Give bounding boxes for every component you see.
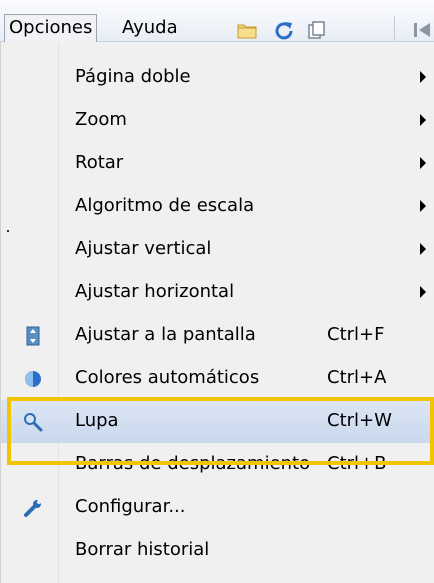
- submenu-arrow-icon: [420, 200, 426, 212]
- submenu-arrow-icon: [420, 71, 426, 83]
- menu-item-label: Configurar...: [75, 496, 186, 517]
- refresh-icon[interactable]: [274, 20, 294, 40]
- submenu-arrow-icon: [420, 157, 426, 169]
- toolbar-separator: [394, 16, 395, 42]
- menu-item-lupa[interactable]: Lupa Ctrl+W: [1, 400, 434, 443]
- menu-item-barras-de-desplazamiento[interactable]: Barras de desplazamiento Ctrl+B: [1, 443, 434, 486]
- shortcut-label: Ctrl+B: [327, 453, 387, 474]
- wrench-icon: [24, 500, 41, 517]
- menu-item-algoritmo-de-escala[interactable]: Algoritmo de escala: [1, 185, 434, 228]
- menu-item-label: Ajustar vertical: [75, 238, 212, 259]
- menu-item-label: Lupa: [75, 410, 119, 431]
- auto-colors-icon: [25, 371, 41, 387]
- menu-item-label: Barras de desplazamiento: [75, 453, 311, 474]
- menu-opciones[interactable]: Opciones: [4, 14, 98, 44]
- menu-item-ajustar-horizontal[interactable]: Ajustar horizontal: [1, 271, 434, 314]
- copy-icon[interactable]: [306, 20, 326, 40]
- menu-item-label: Algoritmo de escala: [75, 195, 255, 216]
- menu-item-ajustar-a-la-pantalla[interactable]: Ajustar a la pantalla Ctrl+F: [1, 314, 434, 357]
- shortcut-label: Ctrl+A: [327, 367, 387, 388]
- menu-item-label: Colores automáticos: [75, 367, 260, 388]
- stray-pixel: [7, 230, 9, 232]
- menu-item-borrar-historial[interactable]: Borrar historial: [1, 529, 434, 572]
- submenu-arrow-icon: [420, 286, 426, 298]
- submenu-arrow-icon: [420, 114, 426, 126]
- menu-item-label: Ajustar a la pantalla: [75, 324, 256, 345]
- menu-item-label: Rotar: [75, 152, 124, 173]
- menu-ayuda[interactable]: Ayuda: [118, 15, 182, 43]
- opciones-dropdown: Página doble Zoom Rotar Algoritmo de esc…: [0, 42, 434, 583]
- menu-item-ajustar-vertical[interactable]: Ajustar vertical: [1, 228, 434, 271]
- menu-item-configurar[interactable]: Configurar...: [1, 486, 434, 529]
- submenu-arrow-icon: [420, 243, 426, 255]
- shortcut-label: Ctrl+W: [327, 410, 392, 431]
- menu-bar: Opciones Ayuda: [0, 0, 434, 44]
- fit-screen-icon: [26, 326, 40, 346]
- menu-item-label: Borrar historial: [75, 539, 210, 560]
- first-page-icon[interactable]: [412, 20, 432, 40]
- menu-item-pagina-doble[interactable]: Página doble: [1, 56, 434, 99]
- menu-item-colores-automaticos[interactable]: Colores automáticos Ctrl+A: [1, 357, 434, 400]
- shortcut-label: Ctrl+F: [327, 324, 385, 345]
- menu-item-label: Página doble: [75, 66, 191, 87]
- menu-item-label: Ajustar horizontal: [75, 281, 235, 302]
- menu-item-label: Zoom: [75, 109, 127, 130]
- magnifier-icon: [24, 413, 43, 432]
- folder-icon[interactable]: [237, 20, 257, 40]
- menu-item-zoom[interactable]: Zoom: [1, 99, 434, 142]
- menu-item-rotar[interactable]: Rotar: [1, 142, 434, 185]
